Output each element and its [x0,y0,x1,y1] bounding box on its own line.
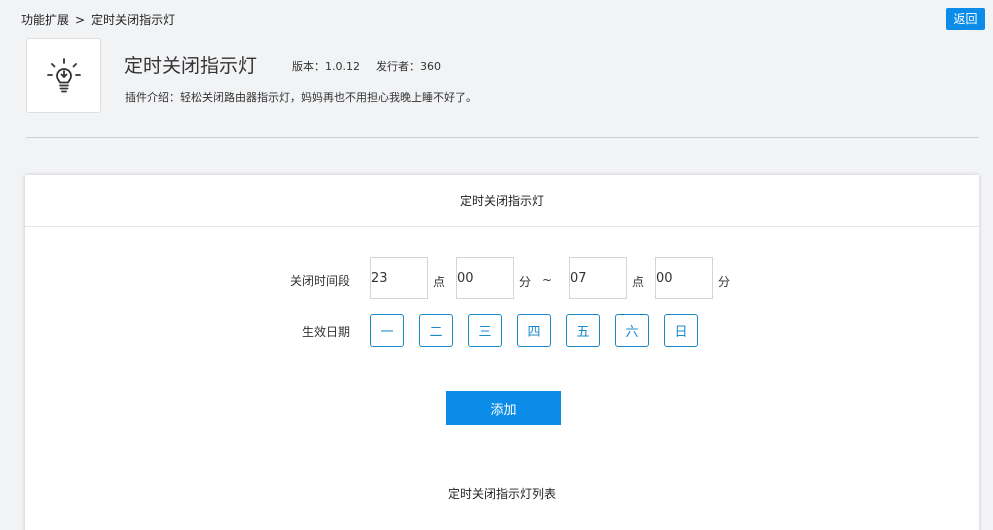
lightbulb-icon [46,57,81,92]
back-button[interactable]: 返回 [946,8,985,30]
panel-title: 定时关闭指示灯 [25,175,979,227]
day-button-sat[interactable]: 六 [615,314,649,347]
time-range-label: 关闭时间段 [289,274,350,288]
page: 功能扩展 > 定时关闭指示灯 返回 定时关闭指示灯 版本：1.0.12 发行者：360… [0,0,993,530]
plugin-version: 版本：1.0.12 [292,60,360,73]
add-button[interactable]: 添加 [446,391,561,425]
divider [26,137,979,138]
day-button-thu[interactable]: 四 [517,314,551,347]
day-button-tue[interactable]: 二 [419,314,453,347]
start-hour-input[interactable] [370,257,428,299]
end-hour-input[interactable] [569,257,627,299]
start-minute-unit: 分 [519,275,532,289]
plugin-description: 插件介绍：轻松关闭路由器指示灯，妈妈再也不用担心我晚上睡不好了。 [125,91,477,104]
plugin-icon-box [26,38,101,113]
end-minute-input[interactable] [655,257,713,299]
list-title: 定时关闭指示灯列表 [447,487,556,501]
start-minute-input[interactable] [456,257,514,299]
breadcrumb: 功能扩展 > 定时关闭指示灯 [21,11,175,28]
breadcrumb-separator: > [75,13,86,27]
end-minute-unit: 分 [718,275,731,289]
start-hour-unit: 点 [433,275,446,289]
breadcrumb-current: 定时关闭指示灯 [91,13,176,27]
end-hour-unit: 点 [632,275,645,289]
day-button-wed[interactable]: 三 [468,314,502,347]
breadcrumb-parent[interactable]: 功能扩展 [21,13,69,27]
settings-panel: 定时关闭指示灯 关闭时间段 点 分 ~ 点 分 生效日期 一 二 三 四 五 六… [25,175,979,530]
range-separator: ~ [542,273,553,287]
day-button-fri[interactable]: 五 [566,314,600,347]
plugin-meta: 版本：1.0.12 发行者：360 [292,58,441,74]
day-button-mon[interactable]: 一 [370,314,404,347]
effective-days-label: 生效日期 [301,325,350,339]
plugin-title: 定时关闭指示灯 [124,55,258,77]
day-button-sun[interactable]: 日 [664,314,698,347]
plugin-publisher: 发行者：360 [376,60,441,73]
